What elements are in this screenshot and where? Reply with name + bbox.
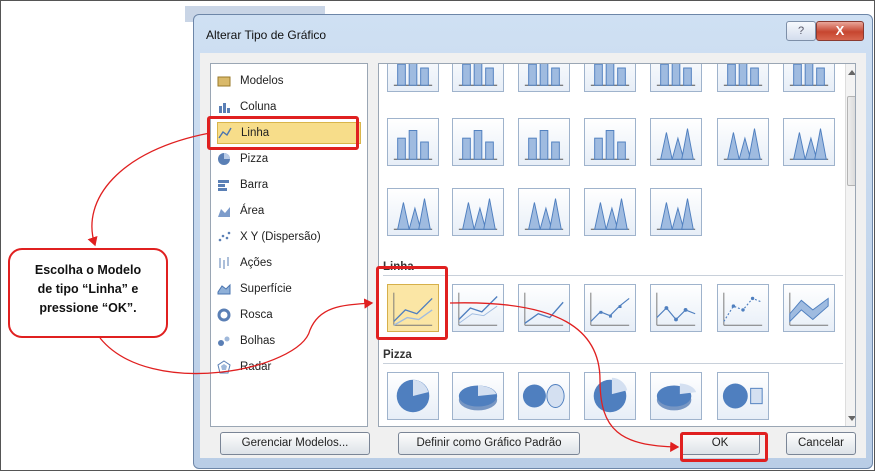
cone-column-thumb[interactable] [783,118,835,166]
pie-subtype-thumb[interactable] [387,372,439,420]
category-label: Área [240,205,265,217]
category-label: Coluna [240,101,277,113]
category-label: Ações [240,257,272,269]
category-coluna[interactable]: Coluna [217,96,361,118]
scroll-down-icon[interactable] [848,416,855,421]
category-label: Superfície [240,283,292,295]
cylinder-column-thumb[interactable] [518,118,570,166]
category-label: Barra [240,179,269,191]
instruction-callout: Escolha o Modelo de tipo “Linha” e press… [8,248,168,338]
pie-subtype-thumb[interactable] [518,372,570,420]
line-subtype-thumb[interactable] [452,284,504,332]
category-superficie[interactable]: Superfície [217,278,361,300]
gallery-scrollbar[interactable] [845,64,855,426]
scroll-up-icon[interactable] [848,70,855,75]
help-button[interactable]: ? [786,21,816,41]
category-dispersao[interactable]: X Y (Dispersão) [217,226,361,248]
category-area[interactable]: Área [217,200,361,222]
cone-column-thumb[interactable] [650,118,702,166]
cylinder-column-thumb[interactable] [584,118,636,166]
doughnut-chart-icon [217,308,231,322]
pyramid-column-thumb[interactable] [387,188,439,236]
pyramid-column-thumb[interactable] [584,188,636,236]
cylinder-column-thumb[interactable] [387,118,439,166]
pie-subtype-thumb[interactable] [584,372,636,420]
change-chart-type-dialog: Alterar Tipo de Gráfico ? X Modelos Colu… [193,14,873,469]
manage-templates-button[interactable]: Gerenciar Modelos... [220,432,370,455]
line-subtype-thumb[interactable] [584,284,636,332]
pie-chart-icon [217,152,231,166]
surface-chart-icon [217,282,231,296]
bubble-chart-icon [217,334,231,348]
category-radar[interactable]: Radar [217,356,361,378]
line-subtype-thumb[interactable] [518,284,570,332]
set-default-chart-button[interactable]: Definir como Gráfico Padrão [398,432,580,455]
scroll-thumb[interactable] [847,96,855,186]
close-button[interactable]: X [816,21,864,41]
linha-highlight [207,116,359,150]
category-rosca[interactable]: Rosca [217,304,361,326]
dialog-title: Alterar Tipo de Gráfico [206,28,327,42]
pyramid-column-thumb[interactable] [650,188,702,236]
column-chart-icon [217,100,231,114]
line-subtype-thumb[interactable] [650,284,702,332]
cancel-button[interactable]: Cancelar [786,432,856,455]
pie-subtype-thumb[interactable] [650,372,702,420]
line-subtype-thumb[interactable] [783,284,835,332]
pyramid-column-thumb[interactable] [452,188,504,236]
line-thumb-highlight [376,266,448,340]
area-chart-icon [217,204,231,218]
line-subtype-thumb[interactable] [717,284,769,332]
callout-line: de tipo “Linha” e [37,282,139,296]
callout-line: pressione “OK”. [39,301,137,315]
pyramid-column-thumb[interactable] [518,188,570,236]
dialog-body: Modelos Coluna Linha Pizza Barra Área X … [200,53,866,458]
category-bolhas[interactable]: Bolhas [217,330,361,352]
category-label: Pizza [240,153,269,165]
category-label: Modelos [240,75,284,87]
section-label-pizza: Pizza [383,349,843,364]
scatter-chart-icon [217,230,231,244]
column-3d-thumb[interactable] [452,64,504,92]
bar-chart-icon [217,178,231,192]
column-3d-thumb[interactable] [387,64,439,92]
category-barra[interactable]: Barra [217,174,361,196]
pie-subtype-thumb[interactable] [452,372,504,420]
chart-subtype-gallery: Linha Pizza [378,63,856,427]
category-modelos[interactable]: Modelos [217,70,361,92]
column-3d-thumb[interactable] [650,64,702,92]
category-label: Bolhas [240,335,276,347]
radar-chart-icon [217,360,231,374]
callout-line: Escolha o Modelo [34,263,142,277]
pie-subtype-thumb[interactable] [717,372,769,420]
category-label: Rosca [240,309,273,321]
column-3d-thumb[interactable] [584,64,636,92]
section-label-linha: Linha [383,261,843,276]
cylinder-column-thumb[interactable] [452,118,504,166]
folder-icon [217,74,231,88]
column-3d-thumb[interactable] [518,64,570,92]
cone-column-thumb[interactable] [717,118,769,166]
category-label: Radar [240,361,272,373]
ok-highlight [680,432,768,462]
category-acoes[interactable]: Ações [217,252,361,274]
category-pizza[interactable]: Pizza [217,148,361,170]
category-label: X Y (Dispersão) [240,231,321,243]
column-3d-thumb[interactable] [783,64,835,92]
column-3d-thumb[interactable] [717,64,769,92]
stock-chart-icon [217,256,231,270]
